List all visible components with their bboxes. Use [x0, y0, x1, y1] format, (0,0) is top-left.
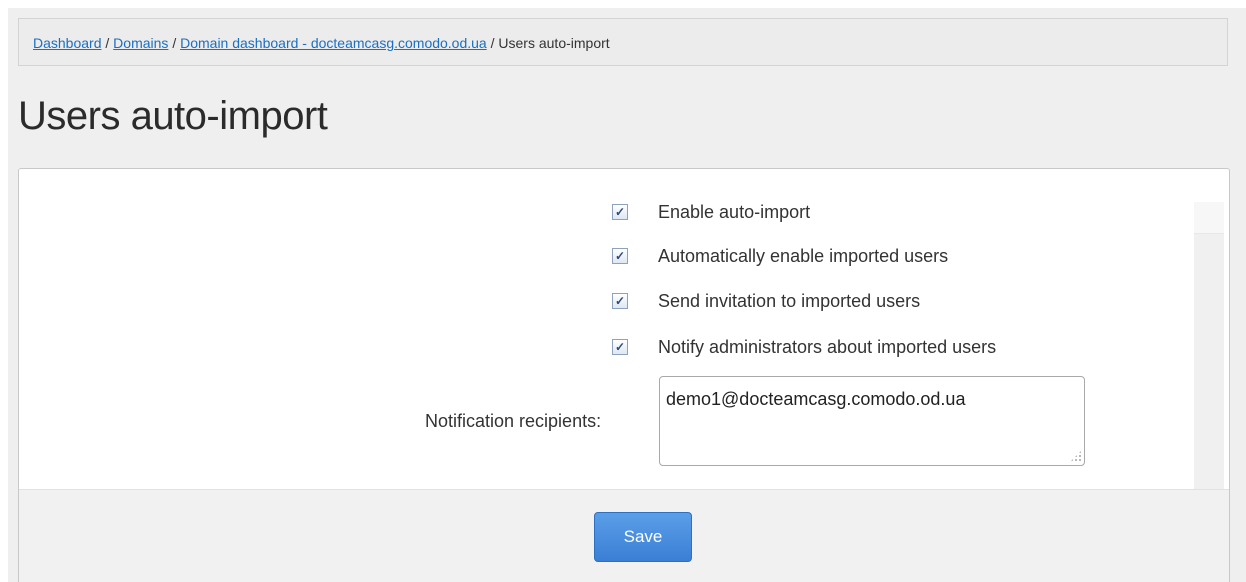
page-title: Users auto-import — [18, 94, 328, 138]
option-auto-enable-users: ✓ Automatically enable imported users — [612, 244, 948, 268]
option-label: Send invitation to imported users — [658, 290, 921, 311]
option-enable-auto-import: ✓ Enable auto-import — [612, 200, 810, 224]
notification-recipients-field[interactable]: demo1@docteamcasg.comodo.od.ua — [659, 376, 1085, 466]
option-label: Automatically enable imported users — [658, 245, 949, 266]
panel-footer: Save — [19, 489, 1229, 582]
breadcrumb: Dashboard / Domains / Domain dashboard -… — [18, 18, 1228, 66]
breadcrumb-link-dashboard[interactable]: Dashboard — [33, 35, 102, 51]
breadcrumb-link-domains[interactable]: Domains — [113, 35, 168, 51]
auto-enable-users-checkbox[interactable]: ✓ — [612, 248, 628, 264]
option-label: Notify administrators about imported use… — [658, 336, 997, 357]
notification-recipients-label: Notification recipients: — [425, 411, 602, 431]
breadcrumb-current: Users auto-import — [498, 35, 610, 51]
option-notify-admins: ✓ Notify administrators about imported u… — [612, 335, 996, 359]
breadcrumb-separator: / — [105, 35, 110, 51]
breadcrumb-separator: / — [172, 35, 177, 51]
scrollbar-thumb[interactable] — [1194, 202, 1224, 234]
scrollbar[interactable] — [1194, 202, 1224, 489]
option-label: Enable auto-import — [658, 201, 811, 222]
settings-panel: ✓ Enable auto-import ✓ Automatically ena… — [18, 168, 1230, 582]
option-send-invitation: ✓ Send invitation to imported users — [612, 289, 920, 313]
save-button[interactable]: Save — [594, 512, 692, 562]
send-invitation-checkbox[interactable]: ✓ — [612, 293, 628, 309]
breadcrumb-separator: / — [490, 35, 495, 51]
notify-admins-checkbox[interactable]: ✓ — [612, 339, 628, 355]
breadcrumb-link-domain-dashboard[interactable]: Domain dashboard - docteamcasg.comodo.od… — [180, 35, 487, 51]
enable-auto-import-checkbox[interactable]: ✓ — [612, 204, 628, 220]
